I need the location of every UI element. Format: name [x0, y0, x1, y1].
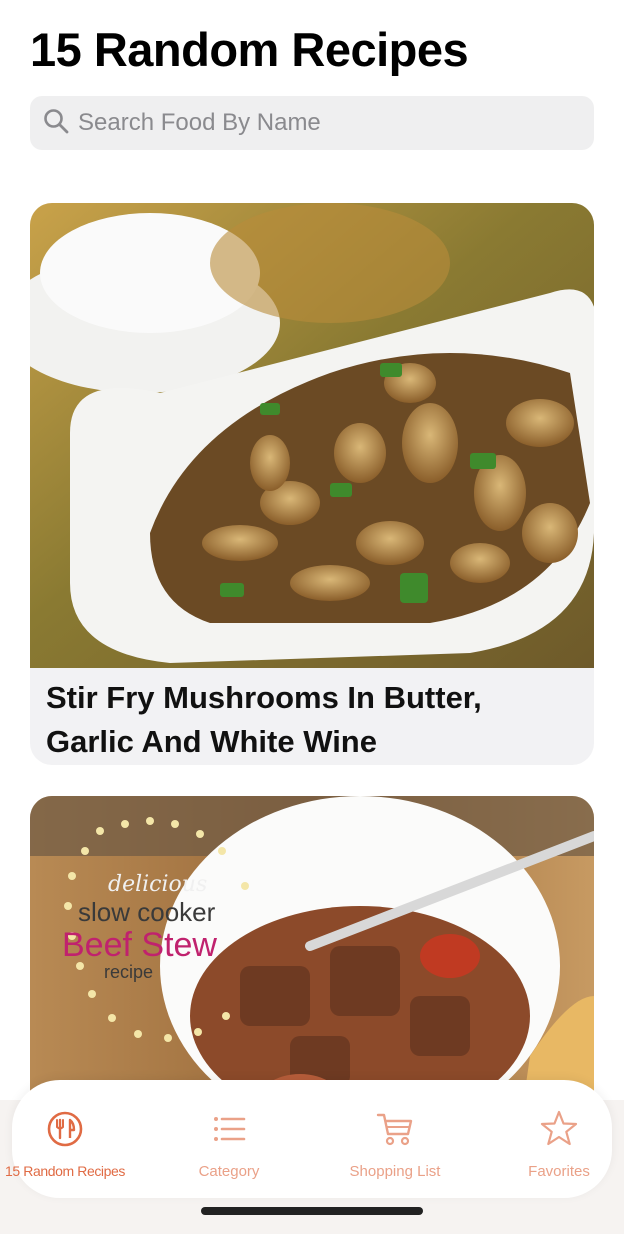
list-icon: [210, 1110, 248, 1153]
search-bar[interactable]: [30, 96, 594, 150]
home-indicator: [201, 1207, 423, 1215]
tab-category[interactable]: Category: [164, 1110, 294, 1180]
tab-label: Favorites: [528, 1163, 590, 1180]
tab-favorites[interactable]: Favorites: [494, 1110, 624, 1180]
image-text-recipe: recipe: [104, 962, 153, 982]
recipe-image: [30, 203, 594, 668]
image-text-slow-cooker: slow cooker: [78, 897, 216, 927]
search-input[interactable]: [78, 109, 558, 137]
tab-shopping-list[interactable]: Shopping List: [330, 1110, 460, 1180]
star-icon: [540, 1110, 578, 1153]
app-screen: 15 Random Recipes Search Food By Name St…: [0, 0, 624, 1234]
image-text-delicious: delicious: [108, 872, 207, 897]
recipe-card[interactable]: Stir Fry Mushrooms In Butter, Garlic And…: [30, 203, 594, 765]
tab-label: 15 Random Recipes: [4, 1163, 126, 1179]
tab-label: Category: [198, 1163, 260, 1180]
page-title: 15 Random Recipes: [30, 23, 469, 76]
tab-random-recipes[interactable]: 15 Random Recipes: [0, 1110, 130, 1179]
tab-label: Shopping List: [349, 1163, 441, 1180]
cart-icon: [376, 1110, 414, 1153]
fork-knife-icon: [46, 1110, 84, 1153]
image-text-beef-stew: Beef Stew: [62, 926, 217, 964]
search-icon: [42, 107, 70, 140]
recipe-image: delicious slow cooker Beef Stew recipe: [30, 796, 594, 1126]
recipe-card[interactable]: delicious slow cooker Beef Stew recipe: [30, 796, 594, 1126]
recipe-title: Stir Fry Mushrooms In Butter, Garlic And…: [46, 680, 482, 759]
